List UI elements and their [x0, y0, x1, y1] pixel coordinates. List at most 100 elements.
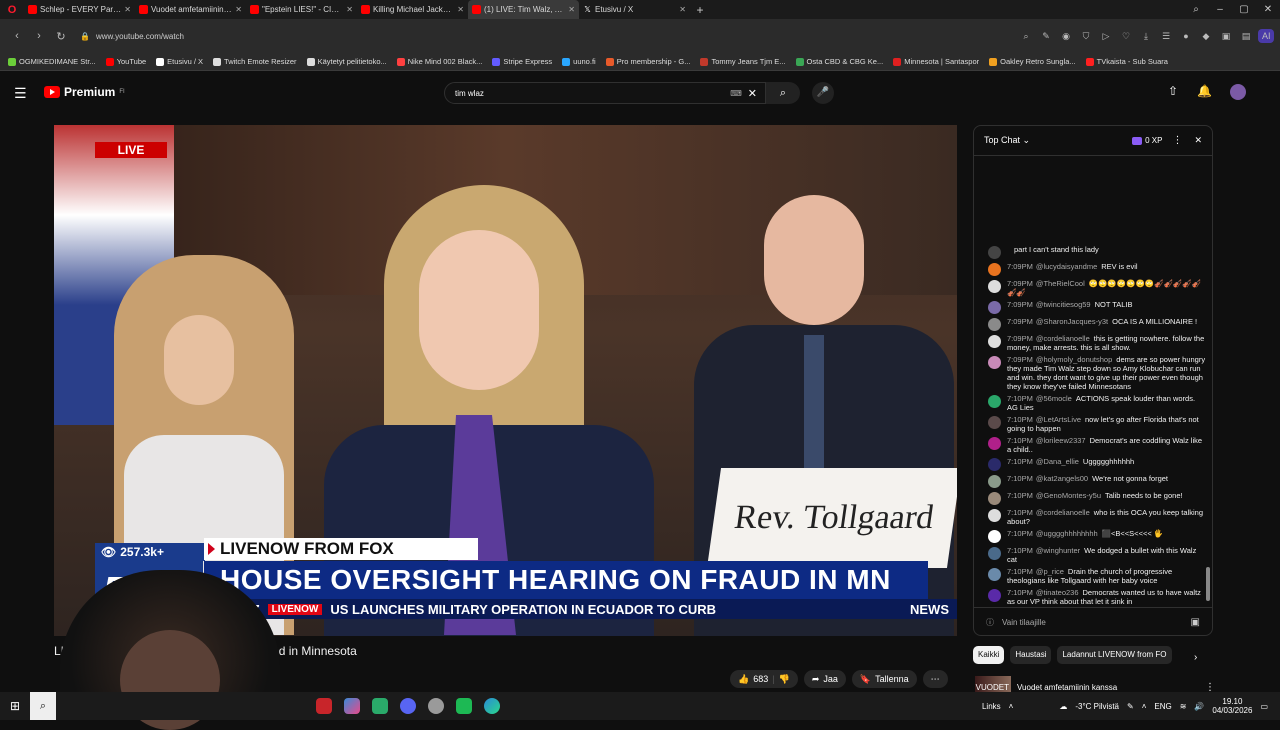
chat-avatar[interactable]: [988, 318, 1001, 331]
browser-tab[interactable]: Schlep - EVERY Parent Ne✕: [24, 0, 135, 19]
chat-input-area[interactable]: ⓘ Vain tilaajille ▣: [974, 607, 1212, 635]
browser-tab[interactable]: "Epstein LIES!" - CIA John✕: [246, 0, 357, 19]
wifi-icon[interactable]: ≋: [1180, 702, 1187, 711]
chat-message[interactable]: 7:10PM @GenoMontes-y5u Talib needs to be g…: [988, 491, 1206, 505]
chat-message[interactable]: 7:09PM @twincitiesog59 NOT TALIB: [988, 300, 1206, 314]
chat-message[interactable]: 7:09PM @holymoly_donutshop dems are so pow…: [988, 355, 1206, 391]
opera-logo-icon[interactable]: O: [0, 0, 24, 19]
browser-tab[interactable]: Vuodet amfetamiinin kan ✕: [135, 0, 246, 19]
notifications-bell-icon[interactable]: 🔔: [1197, 84, 1212, 98]
chat-author[interactable]: @cordelianoelle: [1036, 334, 1090, 343]
filter-chip[interactable]: Kaikki: [973, 646, 1005, 664]
close-tab-icon[interactable]: ✕: [457, 5, 464, 14]
chat-author[interactable]: @cordelianoelle: [1036, 508, 1090, 517]
gift-icon[interactable]: ▣: [1191, 617, 1200, 628]
taskbar-app-photos-icon[interactable]: [344, 698, 360, 714]
chat-message-list[interactable]: part I can't stand this lady 7:09PM @lucyd…: [974, 156, 1212, 606]
chat-author[interactable]: @p_rice: [1036, 567, 1064, 576]
chat-avatar[interactable]: [988, 395, 1001, 408]
extension-icon[interactable]: ◆: [1198, 31, 1214, 42]
chat-avatar[interactable]: [988, 589, 1001, 602]
chat-avatar[interactable]: [988, 509, 1001, 522]
chat-author[interactable]: @lucydaisyandme: [1036, 262, 1097, 271]
like-button[interactable]: 👍 683 | 👎: [730, 670, 798, 688]
save-button[interactable]: 🔖 Tallenna: [851, 670, 917, 688]
chat-message[interactable]: 7:09PM @SharonJacques-y3t OCA IS A MILLION…: [988, 317, 1206, 331]
tray-chevron-icon[interactable]: ˄: [1142, 702, 1147, 711]
close-tab-icon[interactable]: ✕: [679, 5, 686, 14]
chat-author[interactable]: @winghunter: [1036, 546, 1080, 555]
close-tab-icon[interactable]: ✕: [124, 5, 131, 14]
taskbar-app-play-icon[interactable]: [456, 698, 472, 714]
chat-author[interactable]: @Dana_ellie: [1036, 457, 1079, 466]
chat-mode-dropdown[interactable]: Top Chat ⌄: [984, 135, 1030, 146]
chat-scroll-thumb[interactable]: [1206, 567, 1210, 601]
close-tab-icon[interactable]: ✕: [568, 5, 575, 14]
share-button[interactable]: ➦ Jaa: [803, 670, 846, 688]
chat-author[interactable]: @kat2angels00: [1036, 474, 1088, 483]
url-field[interactable]: 🔒 www.youtube.com/watch: [80, 25, 980, 47]
edge-icon[interactable]: [484, 698, 500, 714]
chat-message[interactable]: 7:09PM @TheRielCool 🙄🙄🙄🙄🙄🙄🙄🎻🎻🎻🎻🎻🎻🎻: [988, 279, 1206, 297]
heart-icon[interactable]: ♡: [1118, 31, 1134, 42]
chat-author[interactable]: @LetArtsLive: [1036, 415, 1081, 424]
upload-icon[interactable]: ⇧: [1168, 84, 1178, 98]
play-icon[interactable]: ▷: [1098, 31, 1114, 42]
hamburger-menu-icon[interactable]: ☰: [14, 85, 27, 102]
account-avatar[interactable]: [1230, 84, 1246, 100]
chat-message[interactable]: 7:10PM @56mocle ACTIONS speak louder than …: [988, 394, 1206, 412]
chat-message[interactable]: 7:10PM @Dana_ellie Uggggghhhhhh: [988, 457, 1206, 471]
chat-message[interactable]: 7:10PM @p_rice Drain the church of progres…: [988, 567, 1206, 585]
menu-icon[interactable]: ☰: [1158, 31, 1174, 42]
bookmark-item[interactable]: Pro membership - G...: [605, 57, 690, 66]
youtube-premium-logo[interactable]: Premium FI: [44, 85, 125, 99]
chat-author[interactable]: @holymoly_donutshop: [1036, 355, 1112, 364]
chat-avatar[interactable]: [988, 246, 1001, 259]
close-window-button[interactable]: ✕: [1256, 0, 1280, 19]
bookmark-item[interactable]: Osta CBD & CBG Ke...: [795, 57, 883, 66]
chat-message[interactable]: 7:10PM @cordelianoelle who is this OCA you…: [988, 508, 1206, 526]
recommended-title[interactable]: Vuodet amfetamiinin kanssa: [1017, 683, 1199, 692]
keyboard-icon[interactable]: ⌨: [730, 89, 742, 98]
bookmark-item[interactable]: Nike Mind 002 Black...: [396, 57, 482, 66]
chat-scrollbar[interactable]: [1206, 162, 1210, 602]
maximize-button[interactable]: ▢: [1232, 0, 1256, 19]
chat-author[interactable]: @56mocle: [1036, 394, 1072, 403]
chat-message[interactable]: 7:10PM @ugggghhhhhhhh ⬛<B<<S<<<< 🖐: [988, 529, 1206, 543]
new-tab-button[interactable]: +: [690, 3, 710, 17]
links-label[interactable]: Links: [982, 702, 1001, 711]
camera-icon[interactable]: ◉: [1058, 31, 1074, 42]
chat-message[interactable]: 7:09PM @lucydaisyandme REV is evil: [988, 262, 1206, 276]
chat-avatar[interactable]: [988, 568, 1001, 581]
download-icon[interactable]: ⤓: [1138, 31, 1154, 42]
taskbar-app-gray-icon[interactable]: [428, 698, 444, 714]
recommended-more-icon[interactable]: ⋮: [1205, 682, 1215, 693]
volume-icon[interactable]: 🔊: [1194, 702, 1204, 711]
cube-icon[interactable]: ▣: [1218, 31, 1234, 42]
sidebar-icon[interactable]: ▤: [1238, 31, 1254, 42]
chat-avatar[interactable]: [988, 263, 1001, 276]
bookmark-item[interactable]: Minnesota | Santaspor: [893, 57, 979, 66]
bookmark-item[interactable]: Oakley Retro Sungla...: [989, 57, 1076, 66]
filter-chip[interactable]: Haustasi: [1010, 646, 1052, 664]
chat-more-icon[interactable]: ⋮: [1172, 135, 1182, 146]
browser-tab[interactable]: (1) LIVE: Tim Walz, AG Ke✕: [468, 0, 579, 19]
chat-author[interactable]: @twincitiesog59: [1036, 300, 1091, 309]
chat-avatar[interactable]: [988, 335, 1001, 348]
bookmark-item[interactable]: YouTube: [105, 57, 146, 66]
chat-author[interactable]: @tinateo236: [1036, 588, 1079, 597]
filter-chip[interactable]: Ladannut LIVENOW from FO: [1057, 646, 1172, 664]
back-button[interactable]: ‹: [6, 30, 28, 42]
chat-avatar[interactable]: [988, 492, 1001, 505]
bookmark-item[interactable]: Etusivu / X: [156, 57, 203, 66]
shield-icon[interactable]: ⛉: [1078, 31, 1094, 42]
browser-tab[interactable]: Killing Michael Jackson: Th✕: [357, 0, 468, 19]
chat-message[interactable]: 7:10PM @kat2angels00 We're not gonna forge…: [988, 474, 1206, 488]
bookmark-item[interactable]: OGMIKEDIMANE Str...: [8, 57, 96, 66]
thumbs-down-icon[interactable]: 👎: [779, 674, 790, 685]
search-tabs-icon[interactable]: ⌕: [1184, 0, 1208, 19]
taskbar-app-green-icon[interactable]: [372, 698, 388, 714]
chat-message[interactable]: 7:10PM @tinateo236 Democrats wanted us to …: [988, 588, 1206, 606]
chat-avatar[interactable]: [988, 475, 1001, 488]
more-actions-button[interactable]: ⋯: [922, 670, 948, 688]
